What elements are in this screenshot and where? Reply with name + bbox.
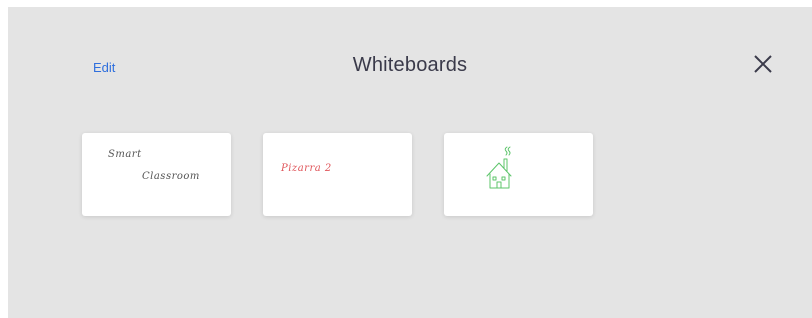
close-button[interactable] <box>750 51 776 77</box>
board-handwriting-line1: Smart <box>108 149 142 160</box>
house-sketch-icon <box>486 146 512 189</box>
whiteboard-card-smart-classroom[interactable]: Smart Classroom <box>82 133 231 216</box>
close-icon <box>754 55 772 73</box>
board-handwriting: Pizarra 2 <box>281 163 332 174</box>
whiteboard-card-pizarra-2[interactable]: Pizarra 2 <box>263 133 412 216</box>
board-handwriting-line2: Classroom <box>142 171 200 182</box>
whiteboard-card-house-sketch[interactable] <box>444 133 593 216</box>
page-title: Whiteboards <box>352 54 468 76</box>
whiteboards-panel: Edit Whiteboards Smart Classroom Pizarra… <box>8 7 812 318</box>
